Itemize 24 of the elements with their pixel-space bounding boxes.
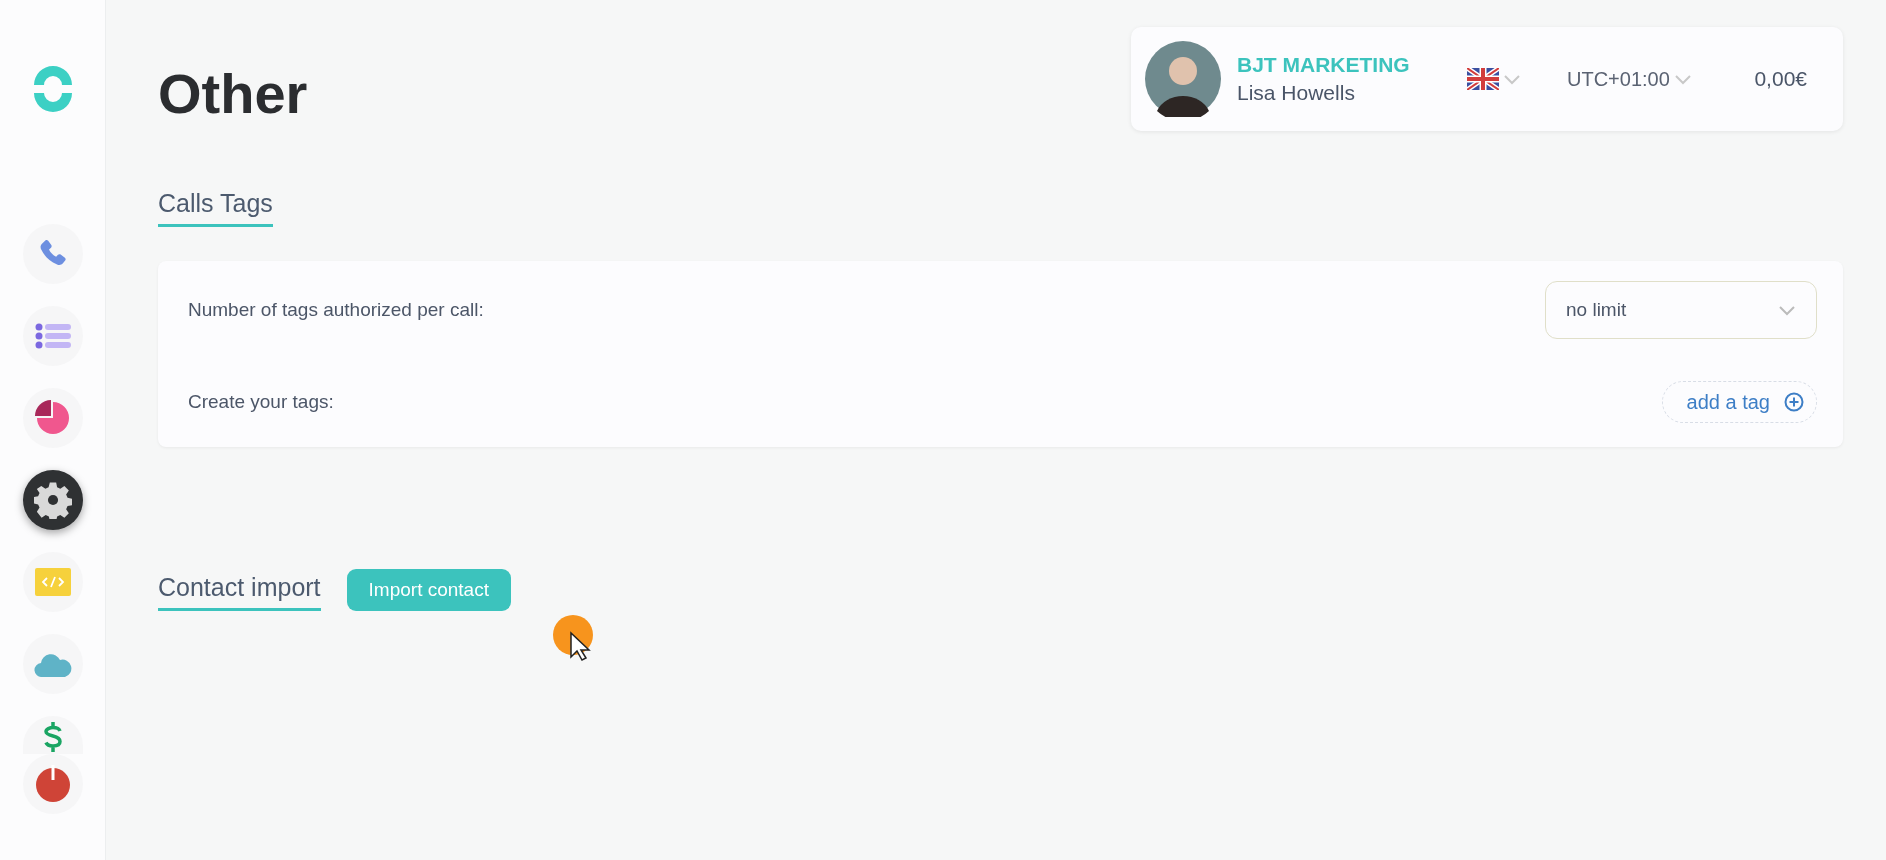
tags-limit-select[interactable]: no limit xyxy=(1545,281,1817,339)
page-title: Other xyxy=(158,61,308,126)
power-icon xyxy=(33,765,72,803)
timezone-dropdown[interactable]: UTC+01:00 xyxy=(1567,67,1692,91)
dollar-icon xyxy=(43,722,62,752)
setting-label: Create your tags: xyxy=(188,391,334,413)
setting-label: Number of tags authorized per call: xyxy=(188,299,484,321)
settings-icon xyxy=(33,481,72,519)
chevron-down-icon xyxy=(1778,304,1796,316)
user-name: Lisa Howells xyxy=(1237,81,1356,105)
sidebar-item[interactable] xyxy=(22,470,83,530)
cloud-icon xyxy=(33,651,72,677)
section-heading: Calls Tags xyxy=(158,189,273,227)
list-icon xyxy=(34,322,71,350)
balance: 0,00€ xyxy=(1754,67,1807,91)
company-name: BJT MARKETING xyxy=(1237,53,1411,77)
chevron-down-icon xyxy=(1673,73,1692,85)
code-icon xyxy=(34,568,71,596)
chevron-down-icon xyxy=(1503,73,1521,85)
language-dropdown[interactable] xyxy=(1467,68,1521,90)
pie-chart-icon xyxy=(33,399,72,437)
plus-circle-icon xyxy=(1784,392,1804,412)
flag-icon xyxy=(1467,68,1499,90)
section-heading: Contact import xyxy=(158,573,321,611)
